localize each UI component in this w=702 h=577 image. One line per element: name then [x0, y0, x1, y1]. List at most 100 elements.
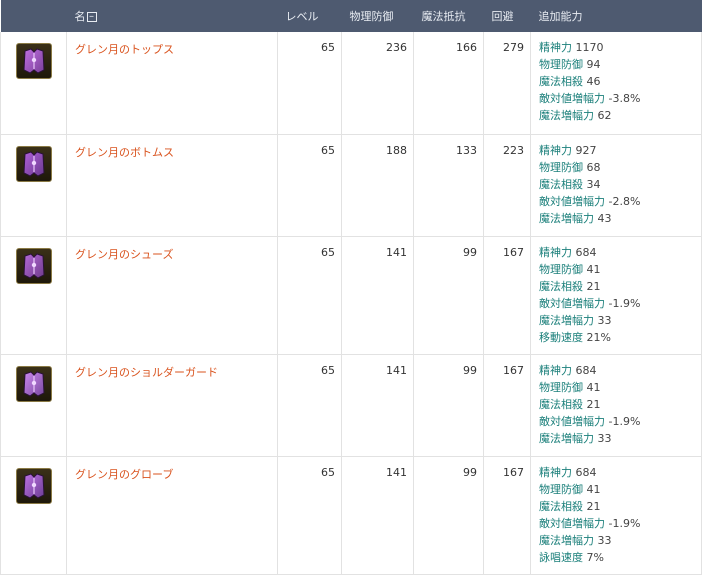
stat-label: 魔法増幅力 — [539, 211, 594, 225]
stat-line: 敵対値増幅力 -1.9% — [539, 295, 701, 312]
stat-line: 魔法相殺 21 — [539, 396, 701, 413]
item-magic-res: 99 — [413, 456, 484, 575]
stat-label: 精神力 — [539, 363, 572, 377]
item-extra-stats: 精神力 1170 物理防御 94 魔法相殺 46 敵対値増幅力 -3.8% 魔法増幅力 … — [530, 32, 702, 135]
table-row: グレン月のトップス 65 236 166 279 精神力 1170 物理防御 94… — [0, 32, 702, 135]
collapse-toggle-icon[interactable]: – — [86, 12, 97, 22]
item-icon-cell — [0, 354, 67, 457]
stat-label: 敵対値増幅力 — [539, 296, 605, 310]
stat-value: 34 — [586, 177, 601, 191]
stat-value: 684 — [575, 245, 597, 259]
stat-label: 魔法増幅力 — [539, 313, 594, 327]
table-row: グレン月のグローブ 65 141 99 167 精神力 684 物理防御 41 魔法… — [0, 456, 702, 575]
item-evasion: 167 — [483, 236, 531, 355]
stat-line: 精神力 684 — [539, 244, 701, 261]
item-name[interactable]: グレン月のグローブ — [66, 456, 278, 575]
stat-line: 敵対値増幅力 -3.8% — [539, 90, 701, 107]
header-name-label[interactable]: 名 — [75, 10, 86, 23]
item-phys-def: 188 — [341, 134, 414, 237]
item-extra-stats: 精神力 684 物理防御 41 魔法相殺 21 敵対値増幅力 -1.9% 魔法増幅力 3… — [530, 354, 702, 457]
item-extra-stats: 精神力 684 物理防御 41 魔法相殺 21 敵対値増幅力 -1.9% 魔法増幅力 3… — [530, 236, 702, 355]
header-extra[interactable]: 追加能力 — [531, 0, 702, 32]
stat-line: 敵対値増幅力 -1.9% — [539, 413, 701, 430]
header-level[interactable]: レベル — [278, 0, 342, 32]
stat-line: 物理防御 41 — [539, 379, 701, 396]
stat-label: 敵対値増幅力 — [539, 194, 605, 208]
stat-value: 33 — [597, 431, 612, 445]
stat-label: 物理防御 — [539, 482, 583, 496]
purple-shoulder-guard-icon[interactable] — [15, 365, 52, 402]
stat-value: 41 — [586, 380, 601, 394]
stat-value: 7% — [586, 550, 604, 564]
stat-label: 詠唱速度 — [539, 550, 583, 564]
purple-boots-icon[interactable] — [15, 247, 52, 284]
stat-line: 詠唱速度 7% — [539, 549, 701, 566]
item-name[interactable]: グレン月のショルダーガード — [66, 354, 278, 457]
item-name[interactable]: グレン月のトップス — [66, 32, 278, 135]
item-magic-res: 166 — [413, 32, 484, 135]
stat-label: 魔法相殺 — [539, 499, 583, 513]
table-header: 名 – レベル 物理防御 魔法抵抗 回避 追加能力 — [0, 0, 702, 32]
stat-line: 魔法増幅力 43 — [539, 210, 701, 227]
header-magic-res[interactable]: 魔法抵抗 — [414, 0, 484, 32]
stat-line: 移動速度 21% — [539, 329, 701, 346]
stat-value: 21 — [586, 499, 601, 513]
item-magic-res: 133 — [413, 134, 484, 237]
stat-value: 43 — [597, 211, 612, 225]
stat-line: 魔法増幅力 33 — [539, 312, 701, 329]
stat-label: 敵対値増幅力 — [539, 414, 605, 428]
header-phys-def[interactable]: 物理防御 — [342, 0, 414, 32]
stat-value: 41 — [586, 262, 601, 276]
header-evasion[interactable]: 回避 — [484, 0, 531, 32]
stat-line: 魔法増幅力 62 — [539, 107, 701, 124]
stat-line: 敵対値増幅力 -1.9% — [539, 515, 701, 532]
item-level: 65 — [277, 236, 342, 355]
stat-value: 62 — [597, 109, 612, 122]
item-evasion: 167 — [483, 456, 531, 575]
purple-gloves-icon[interactable] — [15, 467, 52, 504]
stat-line: 物理防御 41 — [539, 261, 701, 278]
stat-value: 21 — [586, 397, 601, 411]
stat-label: 精神力 — [539, 245, 572, 259]
stat-label: 物理防御 — [539, 58, 583, 71]
stat-line: 精神力 684 — [539, 464, 701, 481]
item-name[interactable]: グレン月のボトムス — [66, 134, 278, 237]
item-level: 65 — [277, 32, 342, 135]
item-phys-def: 141 — [341, 456, 414, 575]
stat-value: 1170 — [575, 41, 604, 54]
stat-label: 敵対値増幅力 — [539, 516, 605, 530]
stat-label: 精神力 — [539, 465, 572, 479]
stat-value: 927 — [575, 143, 597, 157]
item-icon-cell — [0, 32, 67, 135]
stat-label: 物理防御 — [539, 380, 583, 394]
item-magic-res: 99 — [413, 354, 484, 457]
stat-value: 33 — [597, 313, 612, 327]
stat-value: 684 — [575, 465, 597, 479]
stat-value: 41 — [586, 482, 601, 496]
stat-label: 魔法相殺 — [539, 279, 583, 293]
stat-line: 敵対値増幅力 -2.8% — [539, 193, 701, 210]
stat-line: 魔法相殺 21 — [539, 278, 701, 295]
stat-label: 魔法増幅力 — [539, 109, 594, 122]
stat-label: 敵対値増幅力 — [539, 92, 605, 105]
stat-value: 94 — [586, 58, 601, 71]
header-name[interactable]: 名 – — [67, 0, 278, 32]
item-icon-cell — [0, 456, 67, 575]
stat-value: -1.9% — [608, 414, 641, 428]
item-phys-def: 236 — [341, 32, 414, 135]
stat-value: -3.8% — [608, 92, 641, 105]
stat-value: 33 — [597, 533, 612, 547]
item-evasion: 279 — [483, 32, 531, 135]
stat-label: 魔法増幅力 — [539, 533, 594, 547]
stat-line: 精神力 927 — [539, 142, 701, 159]
stat-value: -2.8% — [608, 194, 641, 208]
purple-armor-top-icon[interactable] — [15, 43, 52, 79]
stat-value: 21 — [586, 279, 601, 293]
item-name[interactable]: グレン月のシューズ — [66, 236, 278, 355]
item-table: 名 – レベル 物理防御 魔法抵抗 回避 追加能力 グレン月のトップス 65 23… — [0, 0, 702, 575]
purple-pants-icon[interactable] — [15, 145, 52, 182]
stat-label: 魔法相殺 — [539, 75, 583, 88]
stat-label: 精神力 — [539, 143, 572, 157]
stat-line: 魔法相殺 21 — [539, 498, 701, 515]
stat-label: 魔法相殺 — [539, 177, 583, 191]
